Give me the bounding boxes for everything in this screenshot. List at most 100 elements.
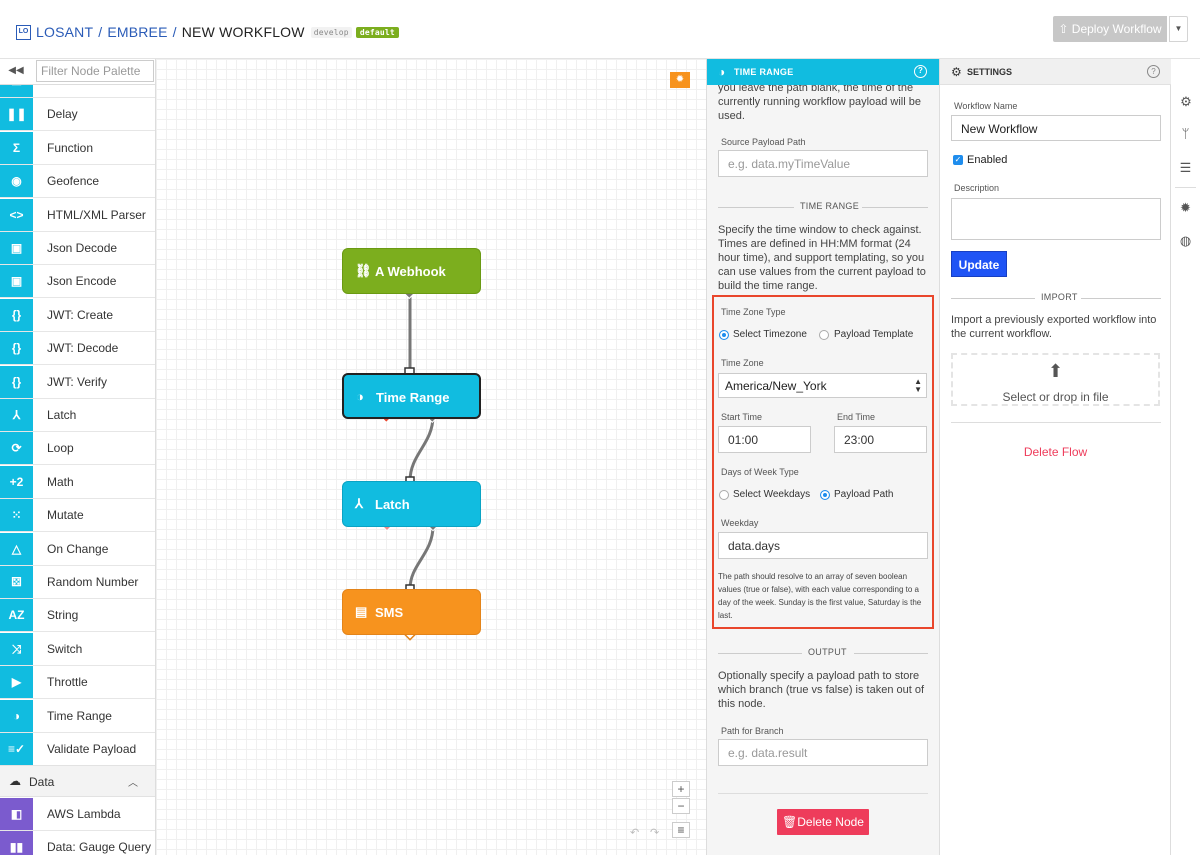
breadcrumb-org[interactable]: LOSANT [36, 24, 93, 40]
palette-item-jwt-create[interactable]: {} JWT: Create [0, 298, 155, 332]
radio-select-weekdays[interactable] [719, 490, 729, 500]
palette-item-jwt-decode[interactable]: {} JWT: Decode [0, 332, 155, 366]
workflow-node-sms[interactable]: ▤ SMS [342, 589, 481, 635]
collapse-palette-icon[interactable]: ◀◀ [0, 59, 32, 85]
output-section-header: OUTPUT [718, 647, 928, 659]
canvas-menu-icon[interactable]: ≡ [672, 822, 690, 838]
palette-item-string[interactable]: AZ String [0, 599, 155, 633]
palette-item-json-encode[interactable]: ▣ Json Encode [0, 265, 155, 299]
description-label: Description [954, 183, 1000, 193]
node-panel-title: TIME RANGE [734, 67, 794, 77]
section-title: IMPORT [1041, 292, 1078, 302]
drop-label: Select or drop in file [1002, 390, 1109, 404]
time-range-section-header: TIME RANGE [718, 201, 928, 213]
palette-section-data[interactable]: ☁ Data ︿ [0, 765, 155, 797]
palette-item-label: Time Range [47, 708, 112, 723]
import-description: Import a previously exported workflow in… [951, 314, 1157, 340]
breadcrumb-current: NEW WORKFLOW [181, 24, 305, 40]
delete-flow-link[interactable]: Delete Flow [940, 445, 1171, 459]
dice-icon: ⚄ [0, 566, 33, 598]
palette-item-delay[interactable]: ❚❚ Delay [0, 98, 155, 132]
loop-icon: ⟳ [0, 432, 33, 465]
weekday-path-input[interactable]: data.days [718, 532, 928, 559]
time-range-icon: ◑ [718, 65, 726, 79]
palette-item-json-decode[interactable]: ▣ Json Decode [0, 232, 155, 265]
palette-item-on-change[interactable]: △ On Change [0, 532, 155, 566]
palette-item-data-gauge-query[interactable]: ▮▮ Data: Gauge Query [0, 831, 155, 855]
redo-icon[interactable]: ↷ [650, 826, 659, 839]
palette-item-loop[interactable]: ⟳ Loop [0, 432, 155, 466]
right-tab-strip: ⚙ ᛘ ☰ ✹ ◍ [1171, 59, 1200, 855]
end-time-input[interactable]: 23:00 [834, 426, 927, 453]
undo-icon[interactable]: ↶ [630, 826, 639, 839]
deploy-workflow-button[interactable]: ⇧ Deploy Workflow [1053, 16, 1167, 42]
debug-toggle-icon[interactable]: ✹ [670, 72, 690, 88]
enabled-checkbox[interactable]: ✓ [953, 155, 963, 165]
node-label: Time Range [376, 390, 450, 405]
workflow-node-latch[interactable]: ⅄ Latch [342, 481, 481, 527]
help-icon[interactable]: ? [1147, 65, 1160, 78]
palette-item-label: Data: Gauge Query [47, 840, 152, 855]
palette-item-time-range[interactable]: ◑ Time Range [0, 699, 155, 733]
end-time-label: End Time [837, 412, 876, 422]
palette-item-throttle[interactable]: ▶ Throttle [0, 666, 155, 700]
palette-item-validate-payload[interactable]: ≡✓ Validate Payload [0, 733, 155, 766]
zoom-in-button[interactable]: + [672, 781, 690, 797]
update-button[interactable]: Update [951, 251, 1007, 277]
breadcrumb: LOSANT / EMBREE / NEW WORKFLOW develop default [36, 24, 399, 40]
latch-icon: ⅄ [355, 496, 363, 511]
workflow-node-time-range[interactable]: ◑ Time Range [342, 373, 481, 419]
palette-item-random-number[interactable]: ⚄ Random Number [0, 566, 155, 599]
timezone-select[interactable]: America/New_York ▲ ▼ [718, 373, 927, 398]
palette-item-latch[interactable]: ⅄ Latch [0, 399, 155, 432]
breadcrumb-app[interactable]: EMBREE [107, 24, 167, 40]
timezone-value: America/New_York [725, 379, 827, 393]
globals-tab-globe-icon[interactable]: ◍ [1171, 226, 1200, 256]
description-textarea[interactable] [951, 198, 1161, 240]
help-icon[interactable]: ? [914, 65, 927, 78]
source-payload-path-input[interactable]: e.g. data.myTimeValue [718, 150, 928, 177]
enabled-label: Enabled [967, 154, 1008, 166]
aws-lambda-icon: ◧ [0, 798, 33, 830]
file-drop-zone[interactable]: ⬆ Select or drop in file [951, 353, 1160, 406]
palette-item-jwt-verify[interactable]: {} JWT: Verify [0, 365, 155, 399]
output-description: Optionally specify a payload path to sto… [718, 670, 925, 710]
palette-item-switch[interactable]: ⤨ Switch [0, 632, 155, 666]
delete-node-button[interactable]: 🗑Delete Node [777, 809, 869, 835]
time-range-icon: ◑ [0, 699, 33, 732]
workflow-canvas[interactable]: ✹ ⛓ A Webhook ◑ Time Range ⅄ Latch ▤ SMS… [156, 59, 707, 855]
cloud-download-icon: ☁ [9, 774, 21, 788]
jwt-decode-icon: {} [0, 332, 33, 365]
node-label: A Webhook [375, 264, 446, 279]
start-time-input[interactable]: 01:00 [718, 426, 811, 453]
branch-path-input[interactable]: e.g. data.result [718, 739, 928, 766]
palette-item-function[interactable]: Σ Function [0, 131, 155, 165]
radio-payload-path[interactable] [820, 490, 830, 500]
default-badge: default [355, 27, 399, 38]
filter-node-palette-input[interactable]: Filter Node Palette [36, 60, 154, 82]
chevron-up-icon[interactable]: ︿ [128, 774, 138, 789]
palette-item-aws-lambda[interactable]: ◧ AWS Lambda [0, 798, 155, 831]
radio-select-timezone[interactable] [719, 330, 729, 340]
settings-tab-gear-icon[interactable]: ⚙ [1171, 87, 1200, 117]
palette-item-html-xml-parser[interactable]: <> HTML/XML Parser [0, 198, 155, 232]
versions-tab-branch-icon[interactable]: ᛘ [1171, 119, 1200, 149]
losant-logo[interactable]: LO [16, 25, 31, 40]
radio-payload-template[interactable] [819, 330, 829, 340]
workflow-name-label: Workflow Name [954, 101, 1018, 111]
workflow-name-input[interactable]: New Workflow [951, 115, 1161, 141]
deploy-dropdown-caret[interactable]: ▼ [1169, 16, 1188, 42]
trash-icon: 🗑 [782, 815, 798, 829]
zoom-out-button[interactable]: − [672, 798, 690, 814]
palette-item-math[interactable]: +2 Math [0, 465, 155, 499]
palette-item-geofence[interactable]: ◉ Geofence [0, 165, 155, 199]
workflow-node-webhook[interactable]: ⛓ A Webhook [342, 248, 481, 294]
radio-label: Payload Template [834, 329, 914, 340]
weekday-label: Weekday [721, 518, 759, 528]
shuffle-icon: ⤨ [0, 632, 33, 665]
palette-item-mutate[interactable]: ⁙ Mutate [0, 499, 155, 533]
storage-tab-database-icon[interactable]: ☰ [1171, 153, 1200, 183]
string-icon: AZ [0, 599, 33, 632]
wire-latch-sms [408, 525, 435, 590]
debug-tab-bug-icon[interactable]: ✹ [1171, 193, 1200, 223]
